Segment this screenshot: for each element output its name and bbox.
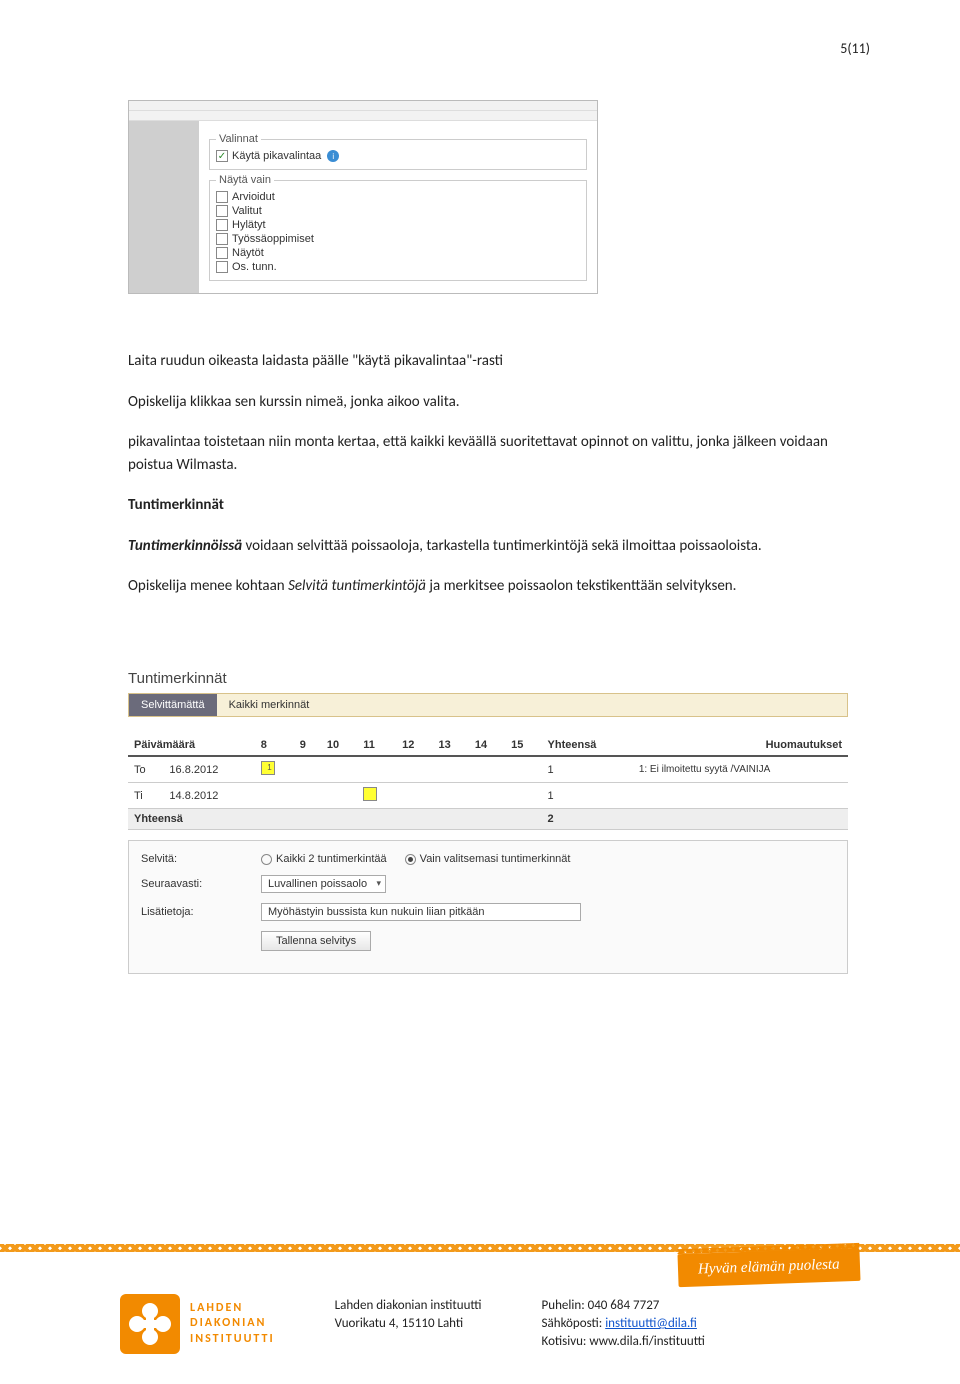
body-paragraph: Opiskelija menee kohtaan Selvitä tuntime… [128,575,848,598]
filter-label: Hylätyt [232,219,266,231]
tuntimerkinnat-screenshot: Tuntimerkinnät Selvittämättä Kaikki merk… [128,670,848,974]
nayta-vain-fieldset: Näytä vain Arvioidut Valitut Hylätyt Työ… [209,174,587,281]
logo-text: LAHDEN DIAKONIAN INSTITUUTTI [190,1301,275,1348]
filter-checkbox[interactable] [216,233,228,245]
tm-form: Selvitä: Kaikki 2 tuntimerkintää Vain va… [128,840,848,974]
selvita-label: Selvitä: [141,853,261,865]
body-paragraph: Tuntimerkinnöissä voidaan selvittää pois… [128,535,848,558]
col-hour: 14 [469,735,505,756]
body-paragraph: Laita ruudun oikeasta laidasta päälle "k… [128,350,848,373]
filter-checkbox[interactable] [216,219,228,231]
col-hour: 13 [432,735,468,756]
document-body: Laita ruudun oikeasta laidasta päälle "k… [128,350,848,616]
tm-title: Tuntimerkinnät [128,670,848,687]
page-number: 5(11) [840,40,870,57]
info-icon[interactable]: i [327,150,339,162]
tagline-tag: Hyvän elämän puolesta [678,1248,861,1287]
pikavalinta-label: Käytä pikavalintaa [232,150,321,162]
radio-kaikki-label: Kaikki 2 tuntimerkintää [276,853,387,865]
col-hour: 15 [505,735,541,756]
seuraavasti-label: Seuraavasti: [141,878,261,890]
radio-kaikki[interactable] [261,854,272,865]
tm-table: Päivämäärä 8 9 10 11 12 13 14 15 Yhteens… [128,735,848,830]
filter-label: Näytöt [232,247,264,259]
email-link[interactable]: instituutti@dila.fi [605,1316,697,1331]
filter-label: Valitut [232,205,262,217]
save-button[interactable]: Tallenna selvitys [261,931,371,951]
radio-valitut-label: Vain valitsemasi tuntimerkinnät [420,853,571,865]
tab-selvittamatta[interactable]: Selvittämättä [129,694,217,716]
lisatietoja-label: Lisätietoja: [141,906,261,918]
table-row: To 16.8.2012 1 1: Ei ilmoitettu syytä /V… [128,756,848,783]
filter-checkbox[interactable] [216,205,228,217]
filter-checkbox[interactable] [216,261,228,273]
radio-valitut[interactable] [405,854,416,865]
tab-kaikki[interactable]: Kaikki merkinnät [217,694,322,716]
settings-screenshot: Valinnat Käytä pikavalintaa i Näytä vain… [128,100,598,294]
footer-col-contact: Puhelin: 040 684 7727 Sähköposti: instit… [542,1297,705,1352]
mark-cell[interactable] [363,787,377,801]
footer-col-address: Lahden diakonian instituutti Vuorikatu 4… [335,1297,482,1352]
filter-checkbox[interactable] [216,247,228,259]
tm-tabs: Selvittämättä Kaikki merkinnät [128,693,848,717]
col-hour: 9 [294,735,321,756]
col-hour: 8 [255,735,294,756]
lisatietoja-input[interactable]: Myöhästyin bussista kun nukuin liian pit… [261,903,581,921]
col-total: Yhteensä [542,735,633,756]
mark-cell[interactable] [261,761,275,775]
table-row: Ti 14.8.2012 1 [128,783,848,809]
filter-label: Työssäoppimiset [232,233,314,245]
logo-icon [120,1294,180,1354]
filter-label: Os. tunn. [232,261,277,273]
section-heading: Tuntimerkinnät [128,494,848,517]
table-row-total: Yhteensä 2 [128,809,848,830]
valinnat-legend: Valinnat [216,133,261,145]
page-footer: LAHDEN DIAKONIAN INSTITUUTTI Lahden diak… [0,1294,960,1354]
col-hour: 12 [396,735,432,756]
col-hour: 10 [321,735,357,756]
filter-label: Arvioidut [232,191,275,203]
col-date: Päivämäärä [128,735,255,756]
body-paragraph: pikavalintaa toistetaan niin monta kerta… [128,431,848,476]
nayta-vain-legend: Näytä vain [216,174,274,186]
pikavalinta-checkbox[interactable] [216,150,228,162]
col-hour: 11 [357,735,396,756]
filter-checkbox[interactable] [216,191,228,203]
reason-select[interactable]: Luvallinen poissaolo [261,875,386,893]
body-paragraph: Opiskelija klikkaa sen kurssin nimeä, jo… [128,391,848,414]
valinnat-fieldset: Valinnat Käytä pikavalintaa i [209,133,587,170]
col-notes: Huomautukset [633,735,848,756]
